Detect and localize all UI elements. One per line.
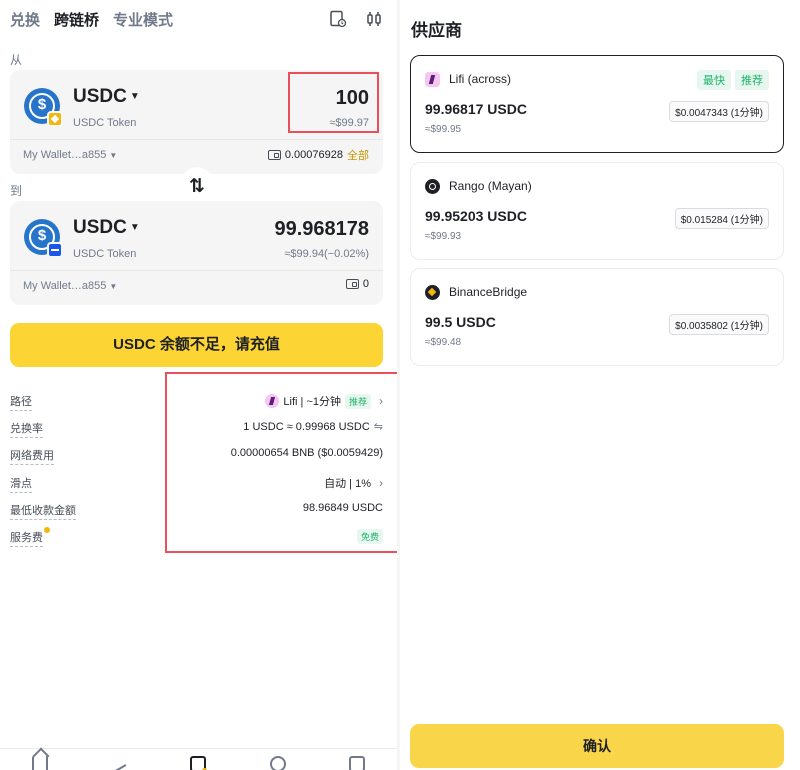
from-balance: 0.00076928 全部 [267,147,369,163]
from-balance-value: 0.00076928 [284,149,343,161]
provider-usd: ≈$99.95 [425,124,462,135]
usdc-coin-icon: $ [24,88,63,127]
lifi-icon [425,72,440,87]
to-divider [10,270,383,271]
provider-card-rango[interactable]: Rango (Mayan) 99.95203 USDC ≈$99.93 $0.0… [410,162,784,260]
rate-key: 兑换率 [10,420,43,438]
to-amount-usd: ≈$99.94(−0.02%) [284,248,369,260]
earn-icon[interactable] [269,756,286,770]
to-token-name: USDC Token [73,248,137,260]
from-divider [10,139,383,140]
to-balance-value: 0 [362,278,369,290]
provider-tags: 最快 推荐 [697,70,769,90]
swap-arrows-icon: ⇅ [189,176,205,197]
route-key: 路径 [10,393,32,411]
caret-down-icon: ▼ [129,222,140,234]
max-button[interactable]: 全部 [347,147,369,163]
wallet-icon [267,150,281,160]
from-wallet-label: My Wallet…a855 [23,149,107,161]
provider-amount: 99.5 USDC [425,314,496,330]
history-icon[interactable] [329,10,347,28]
wallet-nav-icon[interactable] [349,756,366,770]
from-token-name: USDC Token [73,117,137,129]
tab-pro-mode[interactable]: 专业模式 [113,9,173,30]
provider-fee: $0.0047343 (1分钟) [669,101,769,122]
to-coin-selector[interactable]: USDC ▼ [73,217,140,239]
provider-name: Rango (Mayan) [449,179,532,193]
settings-icon[interactable] [365,10,383,28]
mode-tabs: 兑换 跨链桥 专业模式 [10,9,173,30]
highlight-amount-box [288,72,379,133]
top-actions [329,10,383,28]
provider-usd: ≈$99.93 [425,231,462,242]
home-icon[interactable] [31,756,48,770]
tab-bridge[interactable]: 跨链桥 [54,9,99,30]
service-fee-key: 服务费 [10,527,50,547]
provider-panel-title: 供应商 [411,21,462,40]
info-dot-icon [44,527,50,533]
provider-usd: ≈$99.48 [425,337,462,348]
from-wallet-selector[interactable]: My Wallet…a855 ▼ [23,149,117,161]
to-coin-symbol: USDC [73,217,127,238]
rango-icon [425,179,440,194]
service-fee-key-text: 服务费 [10,532,43,544]
to-card: $ USDC ▼ USDC Token 99.968178 ≈$99.94(−0.… [10,201,383,305]
confirm-button[interactable]: 确认 [410,724,784,768]
binance-icon [425,285,440,300]
to-amount: 99.968178 [274,218,369,240]
from-coin-selector[interactable]: USDC ▼ [73,86,140,108]
tab-swap[interactable]: 兑换 [10,9,40,30]
from-coin-symbol: USDC [73,86,127,107]
provider-panel: 供应商 Lifi (across) 最快 推荐 99.96817 USDC ≈$… [400,0,800,770]
usdc-coin-icon: $ [24,219,63,258]
provider-name: Lifi (across) [449,72,512,86]
caret-down-icon: ▼ [109,151,118,160]
to-label: 到 [10,184,23,198]
highlight-details-box [165,372,401,553]
wallet-icon [345,279,359,289]
bottom-nav [0,748,397,770]
to-wallet-selector[interactable]: My Wallet…a855 ▼ [23,280,117,292]
provider-amount: 99.96817 USDC [425,101,527,117]
solana-chain-icon [47,242,63,258]
provider-amount: 99.95203 USDC [425,208,527,224]
network-fee-key: 网络费用 [10,447,54,465]
trade-icon[interactable] [190,756,208,770]
caret-down-icon: ▼ [129,91,140,103]
min-receive-key: 最低收款金额 [10,502,76,520]
bridge-panel: 兑换 跨链桥 专业模式 从 $ USDC ▼ USDC Token 100 ≈$9… [0,0,401,770]
markets-icon[interactable] [111,756,127,770]
bnb-chain-icon [47,111,63,127]
caret-down-icon: ▼ [109,282,118,291]
provider-name: BinanceBridge [449,285,528,299]
fastest-badge: 最快 [697,70,731,90]
to-balance: 0 [345,278,369,290]
slippage-key: 滑点 [10,475,32,493]
deposit-cta-button[interactable]: USDC 余额不足，请充值 [10,323,383,367]
from-label: 从 [10,53,23,67]
provider-card-lifi[interactable]: Lifi (across) 最快 推荐 99.96817 USDC ≈$99.9… [410,55,784,153]
provider-fee: $0.015284 (1分钟) [674,208,769,229]
provider-fee: $0.0035802 (1分钟) [669,314,769,335]
recommended-badge: 推荐 [735,70,769,90]
to-wallet-label: My Wallet…a855 [23,280,107,292]
provider-card-binancebridge[interactable]: BinanceBridge 99.5 USDC ≈$99.48 $0.00358… [410,268,784,366]
